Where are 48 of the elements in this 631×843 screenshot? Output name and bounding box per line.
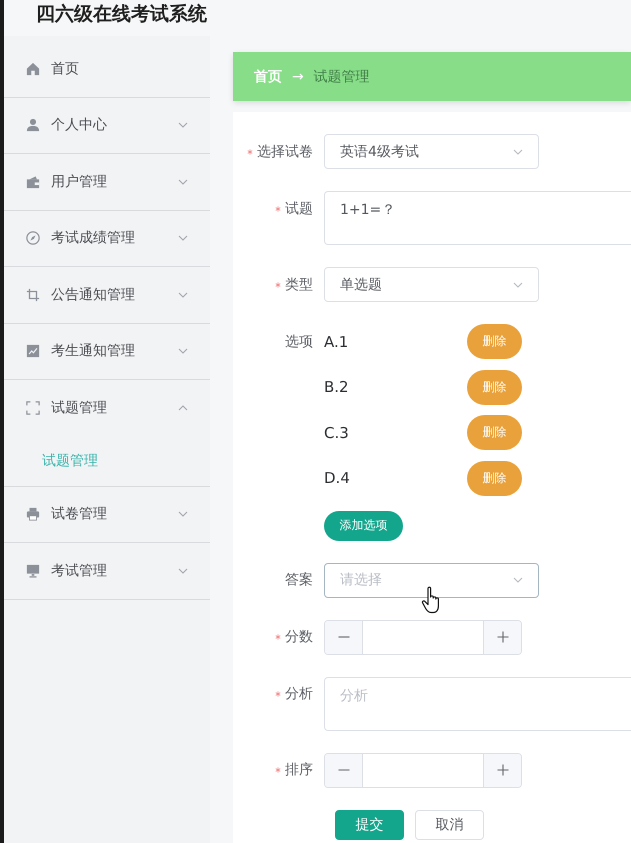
app-title: 四六级在线考试系统 [36, 2, 207, 27]
plus-icon [496, 764, 508, 776]
decrease-button[interactable] [325, 754, 363, 786]
cancel-button[interactable]: 取消 [415, 810, 484, 840]
field-label: 试题 [285, 200, 313, 218]
option-text: C.3 [324, 424, 349, 442]
sidebar-item[interactable]: 用户管理 [4, 154, 210, 210]
home-icon [26, 62, 40, 76]
field-label: 类型 [285, 276, 313, 294]
printer-icon [26, 507, 40, 522]
wallet-icon [26, 174, 40, 189]
plus-icon [496, 631, 508, 643]
field-label: 分析 [285, 685, 313, 703]
option-text: D.4 [324, 469, 350, 487]
chevron-down-icon [513, 577, 523, 583]
select-field[interactable]: 英语4级考试 [324, 134, 539, 169]
field-label: 分数 [285, 628, 313, 646]
fullscreen-icon [26, 400, 40, 415]
field-label: 排序 [285, 761, 313, 779]
field-label: 答案 [285, 571, 313, 589]
textarea-field[interactable]: 1+1=？ [324, 191, 631, 245]
sidebar-item[interactable]: 考试管理 [4, 543, 210, 598]
number-input[interactable] [324, 752, 522, 788]
field-label: 选项 [285, 332, 313, 350]
sidebar-item[interactable]: 试题管理 [4, 380, 210, 436]
increase-button[interactable] [483, 754, 521, 786]
select-field[interactable]: 单选题 [324, 267, 539, 302]
chevron-down-icon [513, 282, 523, 288]
chevron-down-icon [513, 148, 523, 154]
compass-icon [26, 231, 40, 246]
breadcrumb-current: 试题管理 [314, 68, 370, 86]
sidebar-item[interactable]: 考试成绩管理 [4, 210, 210, 266]
sidebar-item[interactable]: 考生通知管理 [4, 324, 210, 379]
option-text: B.2 [324, 378, 349, 396]
sidebar-item[interactable]: 个人中心 [4, 98, 210, 153]
number-input[interactable] [324, 620, 522, 654]
user-icon [26, 118, 40, 132]
chart-icon [26, 344, 40, 358]
decrease-button[interactable] [325, 620, 363, 654]
crop-icon [26, 288, 40, 302]
sidebar-item[interactable]: 公告通知管理 [4, 267, 210, 322]
field-label: 选择试卷 [257, 142, 313, 160]
breadcrumb-separator: → [292, 68, 304, 84]
monitor-icon [26, 564, 40, 578]
option-text: A.1 [324, 332, 348, 350]
increase-button[interactable] [483, 620, 521, 654]
sidebar-item[interactable]: 首页 [4, 41, 210, 96]
sidebar-item[interactable]: 试卷管理 [4, 486, 210, 542]
